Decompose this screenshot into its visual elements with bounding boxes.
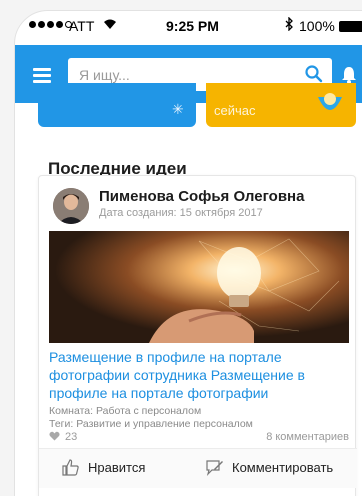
- comment-button-label: Комментировать: [232, 460, 334, 475]
- tile-now[interactable]: сейчас: [206, 83, 356, 127]
- device-screen: ATT 9:25 PM 100% Я ищу... ✳ сейчас После…: [14, 10, 362, 496]
- creation-date: Дата создания: 15 октября 2017: [99, 207, 263, 219]
- author-avatar[interactable]: [53, 188, 89, 224]
- sparkle-icon: ✳: [172, 101, 184, 117]
- thumbs-up-icon: [62, 459, 79, 476]
- like-button[interactable]: Нравится: [61, 458, 145, 477]
- like-button-label: Нравится: [88, 460, 146, 475]
- search-icon[interactable]: [304, 64, 324, 84]
- bluetooth-icon: [285, 16, 294, 34]
- tile-now-caption: сейчас: [214, 103, 256, 118]
- idea-card[interactable]: Пименова Софья Олеговна Дата создания: 1…: [38, 175, 357, 496]
- idea-room: Комната: Работа с персоналом: [49, 405, 202, 417]
- idea-stats: 23 8 комментариев: [49, 428, 349, 446]
- category-tiles: ✳ сейчас: [15, 83, 362, 135]
- heart-icon: [49, 431, 60, 441]
- hamburger-menu-icon[interactable]: [33, 68, 51, 83]
- comment-button[interactable]: Комментировать: [205, 458, 333, 477]
- lightbulb-icon: [318, 93, 342, 110]
- tile-ideas[interactable]: ✳: [38, 83, 196, 127]
- battery-icon: [339, 21, 362, 32]
- status-time: 9:25 PM: [166, 18, 219, 34]
- phone-frame: ATT 9:25 PM 100% Я ищу... ✳ сейчас После…: [0, 0, 362, 496]
- battery-percentage: 100%: [299, 18, 335, 34]
- idea-actions: Нравится Комментировать: [39, 448, 357, 488]
- likes-count: 23: [65, 431, 78, 443]
- signal-strength-icon: [29, 21, 72, 28]
- idea-image[interactable]: [49, 231, 349, 343]
- search-placeholder: Я ищу...: [79, 66, 130, 83]
- comment-edit-icon: [206, 460, 223, 476]
- carrier-label: ATT: [69, 18, 95, 34]
- idea-title-link[interactable]: Размещение в профиле на портале фотограф…: [49, 348, 349, 402]
- wifi-icon: [103, 17, 117, 33]
- notifications-bell-icon[interactable]: [340, 65, 358, 85]
- author-name[interactable]: Пименова Софья Олеговна: [99, 188, 304, 205]
- status-bar: ATT 9:25 PM 100%: [15, 11, 362, 41]
- comments-count[interactable]: 8 комментариев: [266, 431, 349, 443]
